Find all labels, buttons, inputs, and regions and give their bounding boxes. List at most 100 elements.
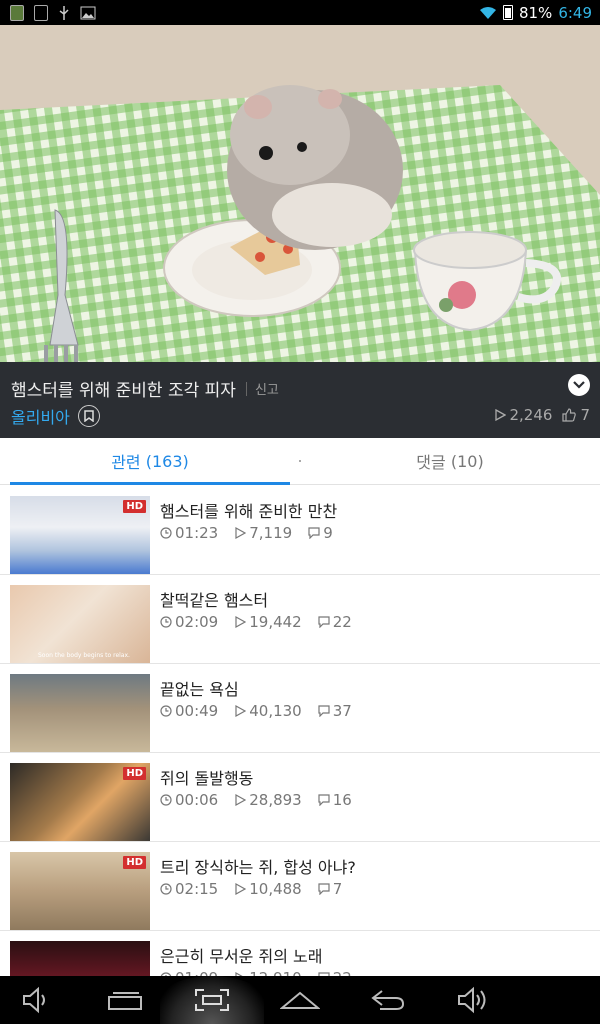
tab-comments-label: 댓글 [416, 453, 446, 472]
expand-details-button[interactable] [568, 374, 590, 396]
video-thumbnail[interactable]: HD [10, 763, 150, 841]
clock-icon [160, 794, 172, 806]
video-thumbnail[interactable]: Soon the body begins to relax. [10, 585, 150, 663]
comment-icon [318, 794, 330, 806]
list-item-meta: 02:09 19,442 22 [160, 613, 352, 631]
thumbnail-caption: Soon the body begins to relax. [38, 652, 130, 659]
chevron-down-icon [573, 381, 585, 389]
list-item[interactable]: HD 쥐의 돌발행동 00:06 28,893 16 [0, 753, 600, 842]
list-item[interactable]: 은근히 무서운 쥐의 노래 01:09 12,910 22 [0, 931, 600, 976]
video-frame [0, 25, 600, 362]
duration-value: 00:06 [175, 791, 219, 809]
comments: 22 [318, 613, 352, 631]
list-item-meta: 00:49 40,130 37 [160, 702, 352, 720]
status-bar: 81% 6:49 [0, 0, 600, 25]
volume-down-button[interactable] [6, 976, 66, 1024]
tab-comments[interactable]: 댓글 (10) [300, 438, 600, 484]
list-item[interactable]: HD 트리 장식하는 쥐, 합성 아냐? 02:15 10,488 7 [0, 842, 600, 931]
play-icon [235, 883, 247, 895]
views-value: 7,119 [249, 524, 293, 542]
views-value: 10,488 [249, 880, 302, 898]
like-count[interactable]: 7 [562, 406, 590, 424]
duration-value: 02:09 [175, 613, 219, 631]
comments: 37 [318, 702, 352, 720]
recent-apps-icon [108, 992, 142, 1010]
list-item[interactable]: 끝없는 욕심 00:49 40,130 37 [0, 664, 600, 753]
navigation-bar [0, 976, 600, 1024]
video-info-panel: 햄스터를 위해 준비한 조각 피자 신고 올리비아 2,246 7 [0, 362, 600, 438]
android-debug-icon [34, 4, 48, 21]
thumbs-up-icon [562, 408, 577, 422]
list-item[interactable]: HD 햄스터를 위해 준비한 만찬 01:23 7,119 9 [0, 486, 600, 575]
video-thumbnail[interactable]: HD [10, 852, 150, 930]
views-value: 19,442 [249, 613, 302, 631]
duration-value: 00:49 [175, 702, 219, 720]
bookmark-icon [84, 410, 94, 422]
channel-name[interactable]: 올리비아 [11, 404, 70, 428]
views-value: 40,130 [249, 702, 302, 720]
home-icon [280, 991, 320, 1009]
list-item-meta: 00:06 28,893 16 [160, 791, 352, 809]
duration: 00:06 [160, 791, 218, 809]
video-player[interactable] [0, 25, 600, 362]
list-item-title: 트리 장식하는 쥐, 합성 아냐? [160, 858, 356, 877]
list-item-title: 은근히 무서운 쥐의 노래 [160, 947, 323, 966]
clock-icon [160, 527, 172, 539]
clock-icon [160, 705, 172, 717]
report-link[interactable]: 신고 [255, 379, 279, 398]
screenshot-icon [195, 989, 229, 1011]
view-count: 2,246 [494, 406, 552, 424]
usb-icon [59, 5, 69, 20]
duration: 02:09 [160, 613, 218, 631]
comments-value: 9 [323, 524, 333, 542]
comments-value: 22 [333, 969, 352, 976]
battery-percent: 81% [518, 3, 553, 22]
list-item-meta: 01:09 12,910 22 [160, 969, 352, 976]
like-count-value: 7 [580, 406, 590, 424]
views: 7,119 [234, 524, 292, 542]
screenshot-button[interactable] [182, 976, 242, 1024]
list-item-title: 햄스터를 위해 준비한 만찬 [160, 502, 338, 521]
duration: 01:23 [160, 524, 218, 542]
screen: 81% 6:49 햄스터를 위해 준비한 조각 피자 신고 올리비아 2,246… [0, 0, 600, 1024]
volume-down-icon [23, 986, 45, 1014]
list-item-title: 쥐의 돌발행동 [160, 769, 254, 788]
image-icon [80, 6, 96, 19]
comments: 22 [318, 969, 352, 976]
tab-related-label: 관련 [111, 453, 141, 472]
list-item[interactable]: Soon the body begins to relax. 찰떡같은 햄스터 02… [0, 575, 600, 664]
list-item-title: 찰떡같은 햄스터 [160, 591, 269, 610]
video-thumbnail[interactable] [10, 674, 150, 752]
video-title: 햄스터를 위해 준비한 조각 피자 [11, 381, 236, 401]
recent-apps-button[interactable] [95, 976, 155, 1024]
video-thumbnail[interactable]: HD [10, 496, 150, 574]
clock-icon [160, 616, 172, 628]
tab-related[interactable]: 관련 (163) [0, 438, 300, 485]
clock: 6:49 [558, 3, 592, 22]
comments-value: 22 [332, 613, 352, 631]
views-value: 12,910 [249, 969, 302, 976]
tab-related-count: (163) [145, 451, 189, 471]
video-thumbnail[interactable] [10, 941, 150, 976]
wifi-icon [479, 6, 496, 19]
duration-value: 02:15 [175, 880, 219, 898]
play-icon [235, 705, 247, 717]
back-button[interactable] [358, 976, 418, 1024]
comment-icon [308, 527, 320, 539]
tab-bar: 관련 (163) 댓글 (10) [0, 438, 600, 485]
subscribe-button[interactable] [77, 405, 100, 427]
hd-badge: HD [123, 500, 146, 513]
back-icon [371, 990, 405, 1010]
comments-value: 7 [332, 880, 343, 898]
play-icon [235, 794, 247, 806]
views: 10,488 [234, 880, 302, 898]
related-video-list[interactable]: HD 햄스터를 위해 준비한 만찬 01:23 7,119 9 Soon the body… [0, 486, 600, 976]
volume-up-icon [458, 986, 486, 1014]
home-button[interactable] [270, 976, 330, 1024]
volume-up-button[interactable] [444, 976, 504, 1024]
hd-badge: HD [123, 767, 146, 780]
tab-divider-dot [299, 460, 301, 462]
comments: 16 [318, 791, 352, 809]
list-item-title: 끝없는 욕심 [160, 680, 239, 699]
duration: 00:49 [160, 702, 218, 720]
